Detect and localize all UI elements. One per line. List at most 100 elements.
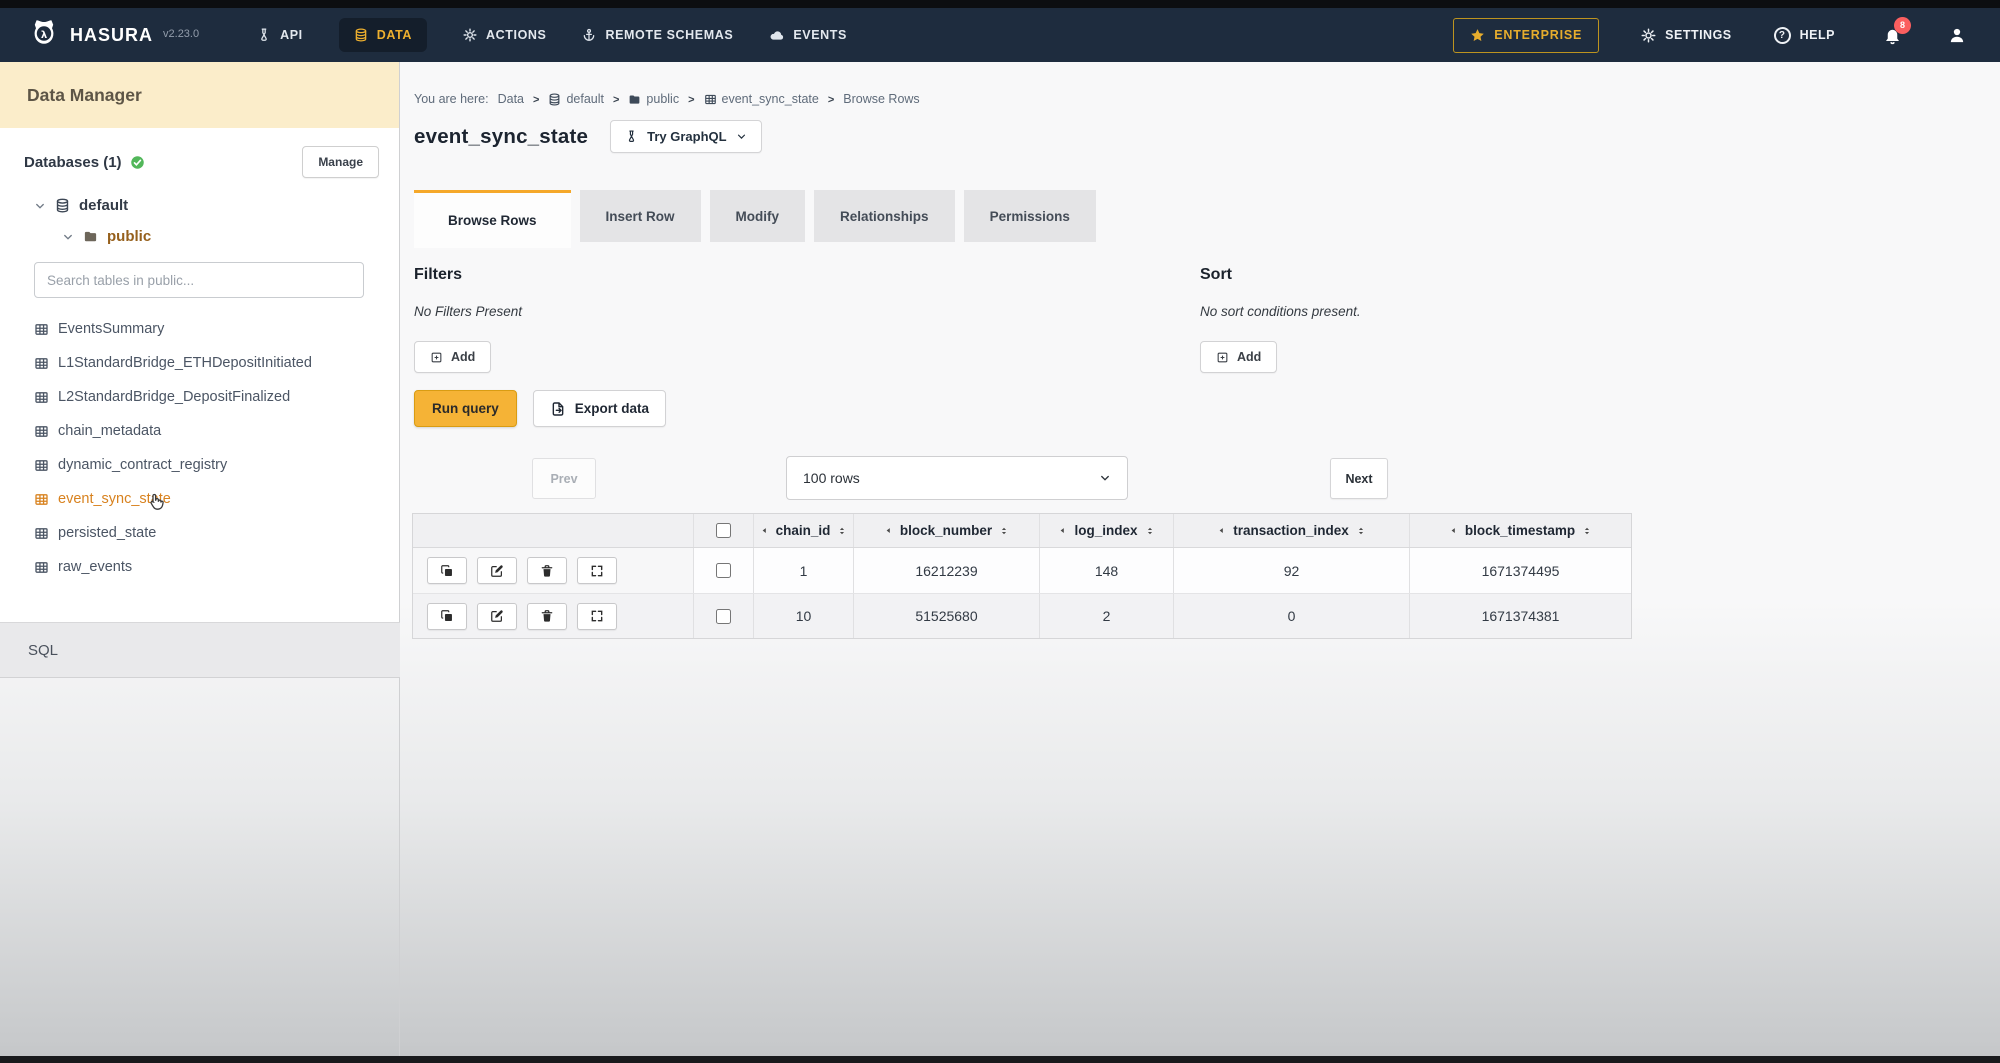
chevron-down-icon[interactable] xyxy=(62,231,74,243)
sidebar-item-table[interactable]: persisted_state xyxy=(34,516,379,550)
run-query-button[interactable]: Run query xyxy=(414,390,517,427)
delete-row-button[interactable] xyxy=(527,557,567,584)
edit-row-button[interactable] xyxy=(477,557,517,584)
breadcrumb-schema[interactable]: public xyxy=(628,92,679,106)
sidebar-item-schema-public[interactable]: public xyxy=(52,221,379,252)
table-name-label: raw_events xyxy=(58,559,132,575)
sidebar-item-table[interactable]: dynamic_contract_registry xyxy=(34,448,379,482)
try-graphql-label: Try GraphQL xyxy=(647,129,726,144)
nav-item-label: EVENTS xyxy=(793,28,847,42)
rows-per-page-select[interactable]: 100 rows xyxy=(786,456,1128,500)
column-header-block-number[interactable]: block_number xyxy=(853,514,1039,547)
user-icon xyxy=(1948,26,1966,44)
sidebar-item-table[interactable]: raw_events xyxy=(34,550,379,584)
export-icon xyxy=(550,401,566,417)
sidebar-item-table[interactable]: EventsSummary xyxy=(34,312,379,346)
try-graphql-button[interactable]: Try GraphQL xyxy=(610,120,761,153)
nav-item-data[interactable]: DATA xyxy=(339,18,427,52)
column-header-chain-id[interactable]: chain_id xyxy=(753,514,853,547)
row-checkbox[interactable] xyxy=(716,609,731,624)
search-tables-input[interactable] xyxy=(34,262,364,298)
manage-button[interactable]: Manage xyxy=(302,146,379,178)
tables-list: EventsSummary L1StandardBridge_ETHDeposi… xyxy=(34,312,379,584)
tab-modify[interactable]: Modify xyxy=(710,190,806,242)
table-icon xyxy=(34,356,49,371)
user-menu-button[interactable] xyxy=(1948,26,1966,44)
breadcrumb-table[interactable]: event_sync_state xyxy=(704,92,819,106)
clone-row-button[interactable] xyxy=(427,557,467,584)
cell-transaction-index: 0 xyxy=(1173,594,1409,638)
table-name-label: chain_metadata xyxy=(58,423,161,439)
tab-insert-row[interactable]: Insert Row xyxy=(580,190,701,242)
databases-heading: Databases (1) xyxy=(24,154,145,171)
help-button[interactable]: HELP xyxy=(1774,27,1835,44)
row-checkbox[interactable] xyxy=(716,563,731,578)
settings-button[interactable]: SETTINGS xyxy=(1641,28,1732,43)
cell-block-timestamp: 1671374381 xyxy=(1409,594,1631,638)
filters-heading: Filters xyxy=(414,266,954,284)
caret-left-icon[interactable] xyxy=(1217,526,1226,535)
sort-icon[interactable] xyxy=(1582,526,1592,536)
sort-icon[interactable] xyxy=(837,526,847,536)
sort-icon[interactable] xyxy=(999,526,1009,536)
enterprise-button[interactable]: ENTERPRISE xyxy=(1453,18,1599,53)
nav-item-remote-schemas[interactable]: REMOTE SCHEMAS xyxy=(582,28,733,42)
actions-header-cell xyxy=(413,514,693,547)
caret-left-icon[interactable] xyxy=(1058,526,1067,535)
sql-label: SQL xyxy=(28,642,58,659)
expand-row-button[interactable] xyxy=(577,603,617,630)
nav-item-api[interactable]: API xyxy=(257,28,303,42)
caret-left-icon[interactable] xyxy=(760,526,769,535)
edit-row-button[interactable] xyxy=(477,603,517,630)
nav-item-actions[interactable]: ACTIONS xyxy=(463,28,546,42)
tab-relationships[interactable]: Relationships xyxy=(814,190,955,242)
delete-row-button[interactable] xyxy=(527,603,567,630)
sidebar-item-table[interactable]: L1StandardBridge_ETHDepositInitiated xyxy=(34,346,379,380)
table-row: 10 51525680 2 0 1671374381 xyxy=(413,593,1631,638)
column-header-log-index[interactable]: log_index xyxy=(1039,514,1173,547)
table-icon xyxy=(34,492,49,507)
cell-chain-id: 10 xyxy=(753,594,853,638)
nav-item-label: DATA xyxy=(377,28,412,42)
export-data-button[interactable]: Export data xyxy=(533,390,666,427)
cell-block-number: 51525680 xyxy=(853,594,1039,638)
breadcrumb-database[interactable]: default xyxy=(548,92,604,106)
tab-browse-rows[interactable]: Browse Rows xyxy=(414,190,571,248)
sort-icon[interactable] xyxy=(1356,526,1366,536)
sort-icon[interactable] xyxy=(1145,526,1155,536)
hasura-brand[interactable]: λ HASURA v2.23.0 xyxy=(28,19,199,51)
tab-permissions[interactable]: Permissions xyxy=(964,190,1096,242)
sidebar-item-table[interactable]: chain_metadata xyxy=(34,414,379,448)
caret-left-icon[interactable] xyxy=(884,526,893,535)
gear-icon xyxy=(1641,28,1656,43)
sidebar-item-table-selected[interactable]: event_sync_state xyxy=(34,482,379,516)
expand-row-button[interactable] xyxy=(577,557,617,584)
nav-item-events[interactable]: EVENTS xyxy=(769,28,847,43)
add-filter-button[interactable]: Add xyxy=(414,341,491,373)
sidebar-item-sql[interactable]: SQL xyxy=(0,622,400,678)
chevron-down-icon[interactable] xyxy=(34,200,46,212)
hasura-console: λ HASURA v2.23.0 API DATA ACTIONS REMOTE… xyxy=(0,0,2000,1063)
chevron-down-icon xyxy=(736,131,747,142)
breadcrumb-data[interactable]: Data xyxy=(498,92,524,106)
prev-page-button[interactable]: Prev xyxy=(532,458,596,499)
select-all-checkbox[interactable] xyxy=(716,523,731,538)
sort-empty-text: No sort conditions present. xyxy=(1200,304,1740,319)
database-icon xyxy=(354,28,368,42)
notification-badge: 8 xyxy=(1894,17,1911,34)
next-page-button[interactable]: Next xyxy=(1330,458,1388,499)
notifications-button[interactable]: 8 xyxy=(1883,26,1902,45)
enterprise-label: ENTERPRISE xyxy=(1494,28,1582,42)
table-name-label: persisted_state xyxy=(58,525,156,541)
database-icon xyxy=(548,93,561,106)
column-header-transaction-index[interactable]: transaction_index xyxy=(1173,514,1409,547)
settings-label: SETTINGS xyxy=(1665,28,1732,42)
sidebar-item-table[interactable]: L2StandardBridge_DepositFinalized xyxy=(34,380,379,414)
caret-left-icon[interactable] xyxy=(1449,526,1458,535)
add-sort-button[interactable]: Add xyxy=(1200,341,1277,373)
table-icon xyxy=(34,424,49,439)
column-header-block-timestamp[interactable]: block_timestamp xyxy=(1409,514,1631,547)
clone-row-button[interactable] xyxy=(427,603,467,630)
databases-count-label: Databases (1) xyxy=(24,154,122,171)
sidebar-item-database-default[interactable]: default xyxy=(24,190,379,221)
